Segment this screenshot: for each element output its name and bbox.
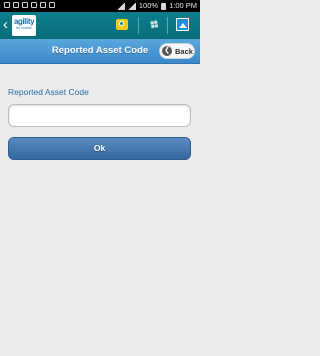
ok-button[interactable]: Ok [8, 137, 191, 160]
paperclip-icon[interactable]: ❖ [144, 15, 163, 35]
image-notification-icon [13, 2, 19, 8]
back-button[interactable]: ❮ Back [159, 43, 195, 59]
notification-icons [4, 2, 55, 8]
app-bar: ‹ agility for mobile ❖ [0, 12, 200, 39]
phone-icon [40, 2, 46, 8]
status-bar: 100% 1:00 PM [0, 0, 200, 12]
wifi-icon [116, 2, 125, 10]
divider [167, 17, 168, 34]
battery-icon [161, 2, 167, 10]
back-arrow-icon: ❮ [162, 46, 172, 56]
asset-code-input[interactable] [8, 104, 191, 127]
usb-icon [4, 2, 10, 8]
keyboard-icon [31, 2, 37, 8]
app-logo[interactable]: agility for mobile [12, 15, 36, 36]
divider [138, 17, 139, 34]
title-bar: Reported Asset Code ❮ Back [0, 39, 200, 64]
clock: 1:00 PM [169, 1, 197, 10]
signal-icon [127, 2, 136, 10]
image-icon[interactable] [176, 18, 189, 31]
logo-text: agility [13, 17, 35, 26]
back-button-label: Back [175, 46, 193, 56]
download-icon [49, 2, 55, 8]
picture-notification-icon [22, 2, 28, 8]
camera-icon[interactable] [116, 19, 128, 30]
battery-percent: 100% [138, 1, 159, 10]
screen: 100% 1:00 PM ‹ agility for mobile ❖ Repo… [0, 0, 200, 356]
nav-back-icon[interactable]: ‹ [3, 16, 8, 34]
system-icons: 100% 1:00 PM [116, 1, 197, 11]
asset-code-label: Reported Asset Code [8, 87, 89, 97]
logo-subtext: for mobile [16, 26, 32, 30]
